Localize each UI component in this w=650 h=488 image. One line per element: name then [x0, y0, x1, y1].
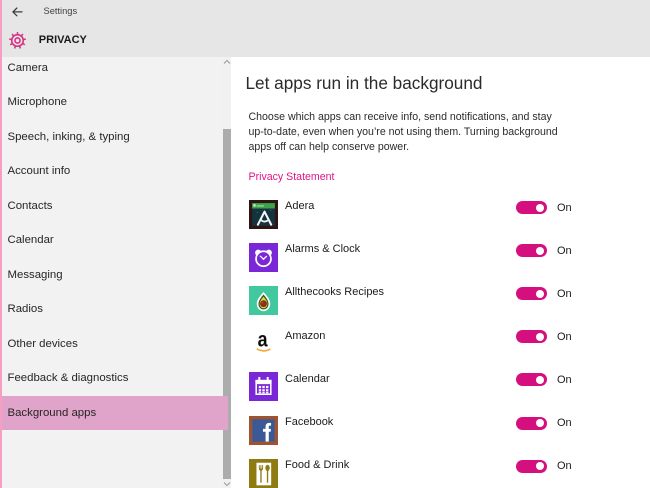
svg-text:a: a	[257, 329, 267, 352]
